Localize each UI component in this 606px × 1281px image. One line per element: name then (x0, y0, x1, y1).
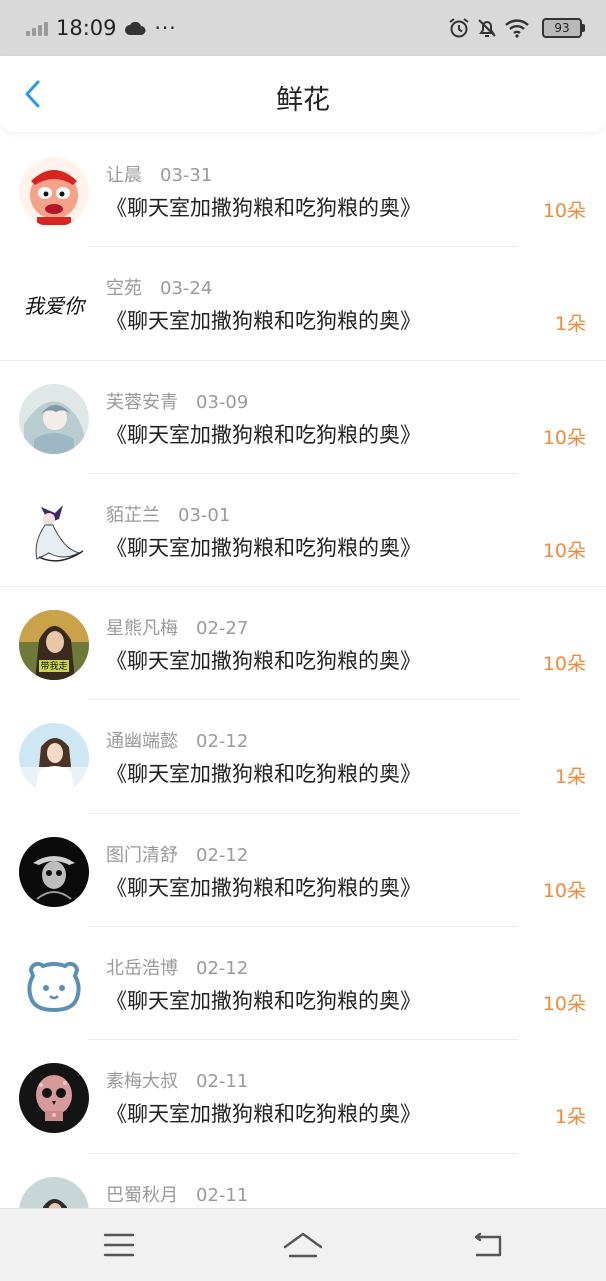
header: 鲜花 (0, 56, 606, 132)
sender-name: 图门清舒 (106, 844, 178, 866)
gift-list: 让晨 03-31 《聊天室加撒狗粮和吃狗粮的奥》 10朵 我爱你 空苑 03-24 … (0, 134, 606, 1208)
gift-date: 02-12 (196, 958, 249, 980)
battery-icon: 93 (542, 18, 585, 38)
flower-count: 10朵 (542, 993, 586, 1016)
gift-subject: 《聊天室加撒狗粮和吃狗粮的奥》 (106, 762, 421, 787)
sender-meta: 芙蓉安青 03-09 (106, 388, 248, 414)
list-item[interactable]: 巴蜀秋月 02-11 (0, 1154, 606, 1208)
wifi-icon (505, 19, 529, 38)
gift-date: 03-24 (160, 278, 213, 300)
list-item[interactable]: 图门清舒 02-12 《聊天室加撒狗粮和吃狗粮的奥》 10朵 (0, 814, 606, 928)
list-item[interactable]: 北岳浩博 02-12 《聊天室加撒狗粮和吃狗粮的奥》 10朵 (0, 927, 606, 1041)
mute-bell-icon (478, 19, 496, 37)
avatar-text: 我爱你 (24, 294, 87, 318)
home-icon[interactable] (280, 1225, 326, 1265)
flower-count: 10朵 (542, 653, 586, 676)
sender-meta: 星熊凡梅 02-27 (106, 614, 248, 640)
gift-subject: 《聊天室加撒狗粮和吃狗粮的奥》 (106, 1102, 421, 1127)
page-title: 鲜花 (276, 85, 330, 116)
avatar[interactable]: 我爱你 (19, 270, 89, 341)
list-item[interactable]: 让晨 03-31 《聊天室加撒狗粮和吃狗粮的奥》 10朵 (0, 134, 606, 248)
flower-count: 10朵 (542, 426, 586, 449)
sender-name: 北岳浩博 (106, 958, 178, 980)
signal-icon (26, 20, 48, 36)
gift-subject: 《聊天室加撒狗粮和吃狗粮的奥》 (106, 649, 421, 674)
status-right: 93 (448, 14, 585, 42)
gift-date: 02-12 (196, 844, 249, 866)
list-item[interactable]: 通幽端懿 02-12 《聊天室加撒狗粮和吃狗粮的奥》 1朵 (0, 700, 606, 814)
sender-meta: 空苑 03-24 (106, 274, 212, 300)
alarm-icon (449, 18, 469, 38)
avatar-text: 带我走 (40, 661, 67, 672)
status-bar: 18:09 ··· 93 (0, 0, 606, 56)
sender-name: 星熊凡梅 (106, 618, 178, 640)
sender-name: 空苑 (106, 278, 142, 300)
gift-subject: 《聊天室加撒狗粮和吃狗粮的奥》 (106, 422, 421, 447)
sender-name: 让晨 (106, 165, 142, 186)
gift-date: 02-11 (196, 1071, 249, 1093)
gift-subject: 《聊天室加撒狗粮和吃狗粮的奥》 (106, 196, 421, 220)
avatar[interactable] (19, 157, 89, 227)
menu-icon[interactable] (96, 1225, 142, 1265)
avatar[interactable] (19, 836, 89, 907)
flower-count: 1朵 (554, 1106, 586, 1129)
sender-name: 巴蜀秋月 (106, 1184, 178, 1206)
flower-count: 1朵 (554, 313, 586, 336)
sender-meta: 图门清舒 02-12 (106, 841, 248, 867)
list-item[interactable]: 素梅大叔 02-11 《聊天室加撒狗粮和吃狗粮的奥》 1朵 (0, 1040, 606, 1154)
flower-count: 1朵 (554, 766, 586, 789)
gift-date: 02-12 (196, 731, 249, 753)
list-item[interactable]: 芙蓉安青 03-09 《聊天室加撒狗粮和吃狗粮的奥》 10朵 (0, 361, 606, 474)
status-left: 18:09 ··· (26, 14, 177, 42)
avatar[interactable] (19, 950, 89, 1021)
gift-subject: 《聊天室加撒狗粮和吃狗粮的奥》 (106, 309, 421, 334)
sender-meta: 貊芷兰 03-01 (106, 501, 230, 527)
sender-name: 芙蓉安青 (106, 391, 178, 413)
sender-meta: 素梅大叔 02-11 (106, 1067, 248, 1093)
gift-date: 02-27 (196, 618, 249, 640)
avatar[interactable] (19, 496, 89, 567)
flower-count: 10朵 (542, 879, 586, 902)
gift-subject: 《聊天室加撒狗粮和吃狗粮的奥》 (106, 989, 421, 1014)
gift-subject: 《聊天室加撒狗粮和吃狗粮的奥》 (106, 535, 421, 560)
avatar[interactable] (19, 383, 89, 454)
flower-count: 10朵 (542, 200, 586, 222)
cloud-icon (124, 21, 146, 35)
list-item[interactable]: 我爱你 空苑 03-24 《聊天室加撒狗粮和吃狗粮的奥》 1朵 (0, 247, 606, 361)
avatar[interactable] (19, 1176, 89, 1208)
gift-date: 02-11 (196, 1184, 249, 1206)
sender-name: 通幽端懿 (106, 731, 178, 753)
system-nav-bar (0, 1208, 606, 1281)
list-item[interactable]: 带我走 星熊凡梅 02-27 《聊天室加撒狗粮和吃狗粮的奥》 10朵 (0, 587, 606, 701)
gift-date: 03-31 (160, 165, 213, 186)
sender-meta: 北岳浩博 02-12 (106, 954, 248, 980)
avatar[interactable] (19, 1063, 89, 1134)
gift-subject: 《聊天室加撒狗粮和吃狗粮的奥》 (106, 875, 421, 900)
list-item[interactable]: 貊芷兰 03-01 《聊天室加撒狗粮和吃狗粮的奥》 10朵 (0, 474, 606, 588)
sender-name: 素梅大叔 (106, 1071, 178, 1093)
avatar[interactable] (19, 723, 89, 794)
gift-date: 03-01 (178, 504, 231, 526)
sender-meta: 巴蜀秋月 02-11 (106, 1181, 248, 1207)
back-icon[interactable] (464, 1225, 510, 1265)
gift-date: 03-09 (196, 391, 249, 413)
flower-count: 10朵 (542, 539, 586, 562)
sender-name: 貊芷兰 (106, 504, 160, 526)
status-time: 18:09 (56, 16, 117, 40)
avatar[interactable]: 带我走 (19, 610, 89, 681)
sender-meta: 通幽端懿 02-12 (106, 727, 248, 753)
sender-meta: 让晨 03-31 (106, 161, 212, 187)
more-icon: ··· (154, 16, 177, 40)
